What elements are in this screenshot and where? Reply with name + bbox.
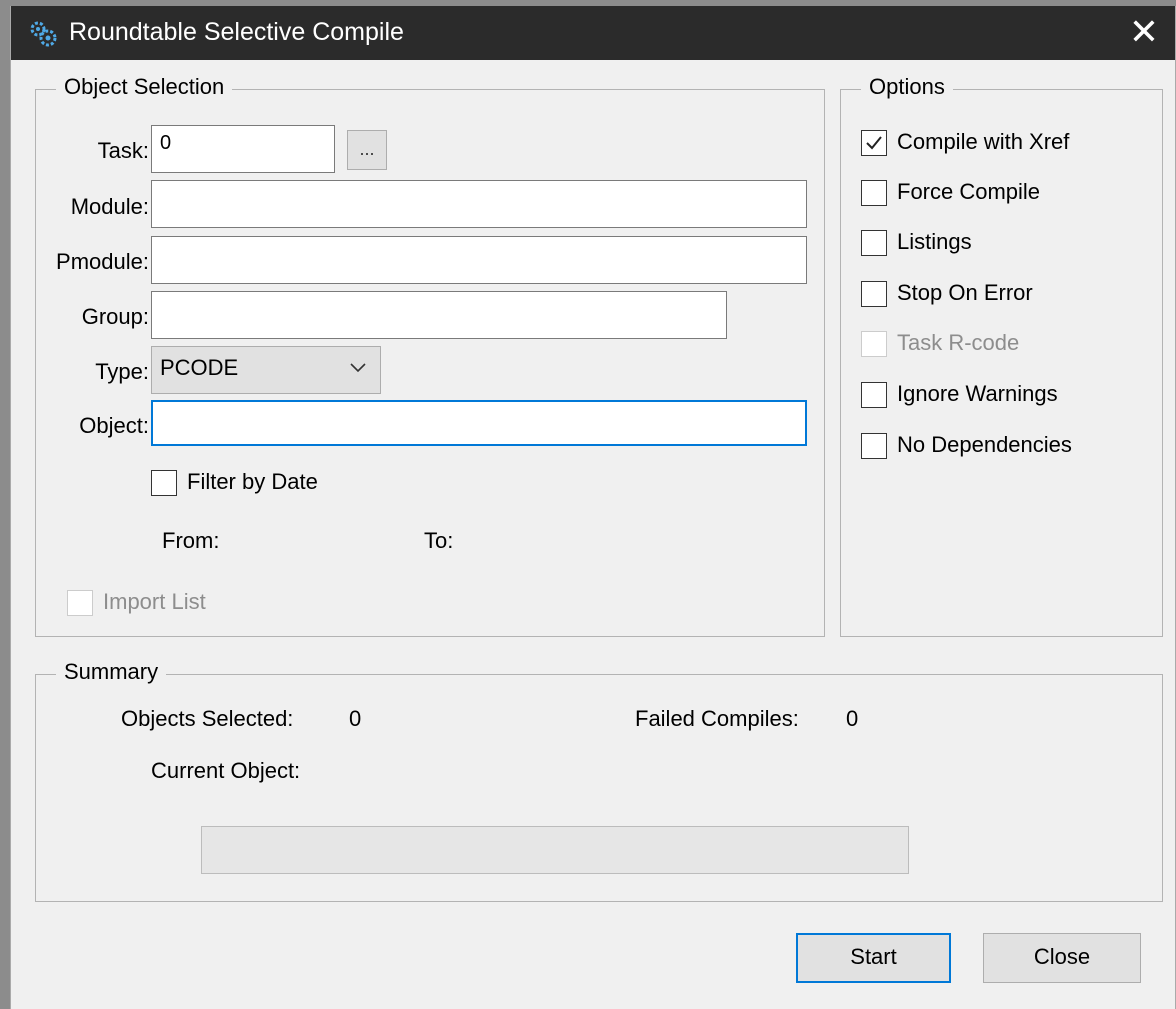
pmodule-input[interactable] [151,236,807,284]
title-bar[interactable]: Roundtable Selective Compile ✕ [11,6,1175,60]
ignore-warnings-box[interactable] [861,382,887,408]
stop-on-error-label: Stop On Error [897,280,1033,305]
group-input[interactable] [151,291,727,339]
failed-compiles-label: Failed Compiles: [635,706,799,731]
object-input[interactable] [151,400,807,446]
listings-label: Listings [897,229,972,254]
force-compile-box[interactable] [861,180,887,206]
to-label: To: [424,528,454,553]
import-list-box[interactable] [67,590,93,616]
summary-legend: Summary [56,659,167,685]
chevron-down-icon [350,363,366,373]
dialog-window: Roundtable Selective Compile ✕ Object Se… [10,6,1176,1009]
type-select-value: PCODE [160,355,239,380]
no-dependencies-box[interactable] [861,433,887,459]
type-select[interactable]: PCODE [151,346,381,394]
task-label: Task: [97,138,149,163]
close-icon[interactable]: ✕ [1113,6,1175,60]
task-input[interactable]: 0 [151,125,335,173]
group-label: Group: [81,304,149,329]
task-browse-button[interactable]: ... [347,130,387,170]
start-button[interactable]: Start [796,933,951,983]
pmodule-label: Pmodule: [56,249,149,274]
compile-with-xref-label: Compile with Xref [897,129,1070,154]
force-compile-label: Force Compile [897,179,1041,204]
options-legend: Options [861,74,953,100]
stop-on-error-box[interactable] [861,281,887,307]
window-title: Roundtable Selective Compile [69,18,404,46]
type-label: Type: [95,359,149,384]
import-list-label: Import List [103,589,206,614]
no-dependencies-label: No Dependencies [897,432,1072,457]
checkmark-icon [866,136,882,150]
object-label: Object: [79,413,149,438]
close-button[interactable]: Close [983,933,1141,983]
current-object-label: Current Object: [151,758,301,783]
module-input[interactable] [151,180,807,228]
object-selection-legend: Object Selection [56,74,233,100]
compile-progress-bar [201,826,909,874]
objects-selected-value: 0 [349,706,362,731]
options-group: Options [840,74,1163,637]
task-r-code-box[interactable] [861,331,887,357]
task-r-code-label: Task R-code [897,330,1020,355]
compile-with-xref-box[interactable] [861,130,887,156]
ignore-warnings-label: Ignore Warnings [897,381,1058,406]
module-label: Module: [70,194,149,219]
filter-by-date-box[interactable] [151,470,177,496]
from-label: From: [162,528,220,553]
gears-icon [30,21,57,47]
filter-by-date-label: Filter by Date [187,469,318,494]
objects-selected-label: Objects Selected: [121,706,294,731]
listings-box[interactable] [861,230,887,256]
failed-compiles-value: 0 [846,706,859,731]
